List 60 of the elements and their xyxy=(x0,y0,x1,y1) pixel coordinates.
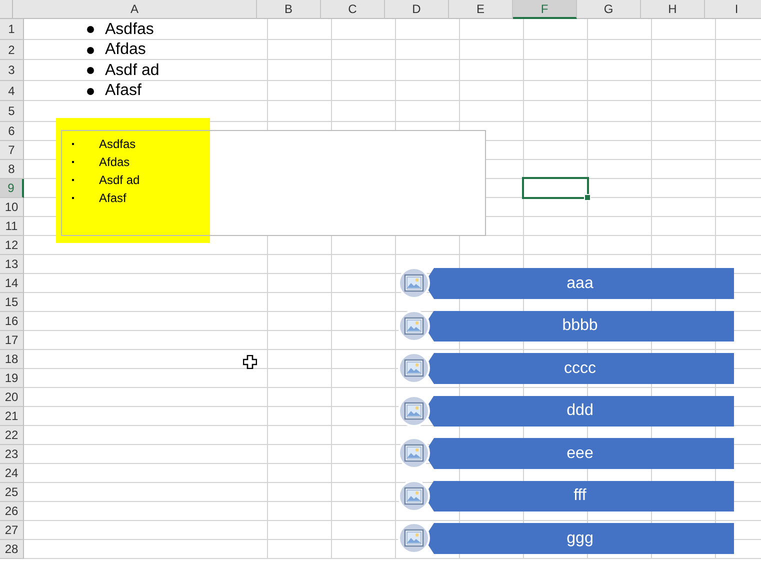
cursor-icon xyxy=(243,355,257,369)
column-header[interactable]: B xyxy=(257,0,321,19)
row-header[interactable]: 12 xyxy=(0,236,24,255)
row-header[interactable]: 28 xyxy=(0,540,24,559)
row-header[interactable]: 11 xyxy=(0,217,24,236)
column-header[interactable]: G xyxy=(577,0,641,19)
bullet-icon xyxy=(87,46,94,54)
list-bar[interactable]: ddd xyxy=(426,396,734,426)
list-item-text: Afasf xyxy=(99,191,126,205)
row-header[interactable]: 21 xyxy=(0,407,24,426)
rectangle-shape[interactable] xyxy=(56,118,210,243)
row-header[interactable]: 22 xyxy=(0,426,24,445)
row-header[interactable]: 20 xyxy=(0,388,24,407)
row-header[interactable]: 17 xyxy=(0,331,24,350)
list-bar[interactable]: cccc xyxy=(426,353,734,384)
row-header[interactable]: 1 xyxy=(0,19,24,40)
column-header[interactable]: C xyxy=(321,0,385,19)
cell-text: Asdf ad xyxy=(105,62,160,80)
row-header[interactable]: 26 xyxy=(0,502,24,521)
row-header[interactable]: 27 xyxy=(0,521,24,540)
row-header[interactable]: 7 xyxy=(0,141,24,160)
active-cell-border[interactable] xyxy=(522,177,589,199)
cell-text: Afdas xyxy=(105,41,146,59)
list-item-text: Asdf ad xyxy=(99,173,140,187)
list-bar[interactable]: bbbb xyxy=(426,310,734,342)
row-header[interactable]: 3 xyxy=(0,60,24,81)
row-header[interactable]: 24 xyxy=(0,464,24,483)
bullet-icon xyxy=(87,26,94,33)
bullet-icon xyxy=(87,88,94,94)
row-header[interactable]: 18 xyxy=(0,350,24,369)
column-header[interactable]: I xyxy=(705,0,761,19)
row-header[interactable]: 9 xyxy=(0,179,24,198)
column-header[interactable]: A xyxy=(13,0,257,19)
row-header[interactable]: 16 xyxy=(0,312,24,331)
list-bar[interactable]: eee xyxy=(426,438,734,469)
column-header[interactable]: D xyxy=(385,0,449,19)
text-box[interactable]: Asdfas Afdas Asdf ad Afasf xyxy=(61,130,486,236)
row-header[interactable]: 2 xyxy=(0,40,24,60)
list-bar[interactable]: aaa xyxy=(426,268,734,299)
column-header[interactable]: F xyxy=(513,0,577,19)
row-header[interactable]: 5 xyxy=(0,101,24,122)
row-header[interactable]: 14 xyxy=(0,274,24,293)
row-header[interactable]: 15 xyxy=(0,293,24,312)
list-bar[interactable]: ggg xyxy=(426,523,734,554)
list-item-text: Asdfas xyxy=(99,137,136,151)
row-header[interactable]: 6 xyxy=(0,122,24,141)
row-header[interactable]: 8 xyxy=(0,160,24,179)
list-item-text: Afdas xyxy=(99,155,130,169)
row-header[interactable]: 23 xyxy=(0,445,24,464)
row-header[interactable]: 4 xyxy=(0,81,24,101)
cell-text: Asdfas xyxy=(105,20,154,38)
list-bar[interactable]: fff xyxy=(426,480,734,512)
column-header[interactable]: E xyxy=(449,0,513,19)
row-header[interactable]: 10 xyxy=(0,198,24,217)
row-header[interactable]: 25 xyxy=(0,483,24,502)
cell-text: Afasf xyxy=(105,82,142,100)
bullet-icon xyxy=(87,67,94,74)
row-header[interactable]: 13 xyxy=(0,255,24,274)
column-header[interactable]: H xyxy=(641,0,705,19)
row-header[interactable]: 19 xyxy=(0,369,24,388)
